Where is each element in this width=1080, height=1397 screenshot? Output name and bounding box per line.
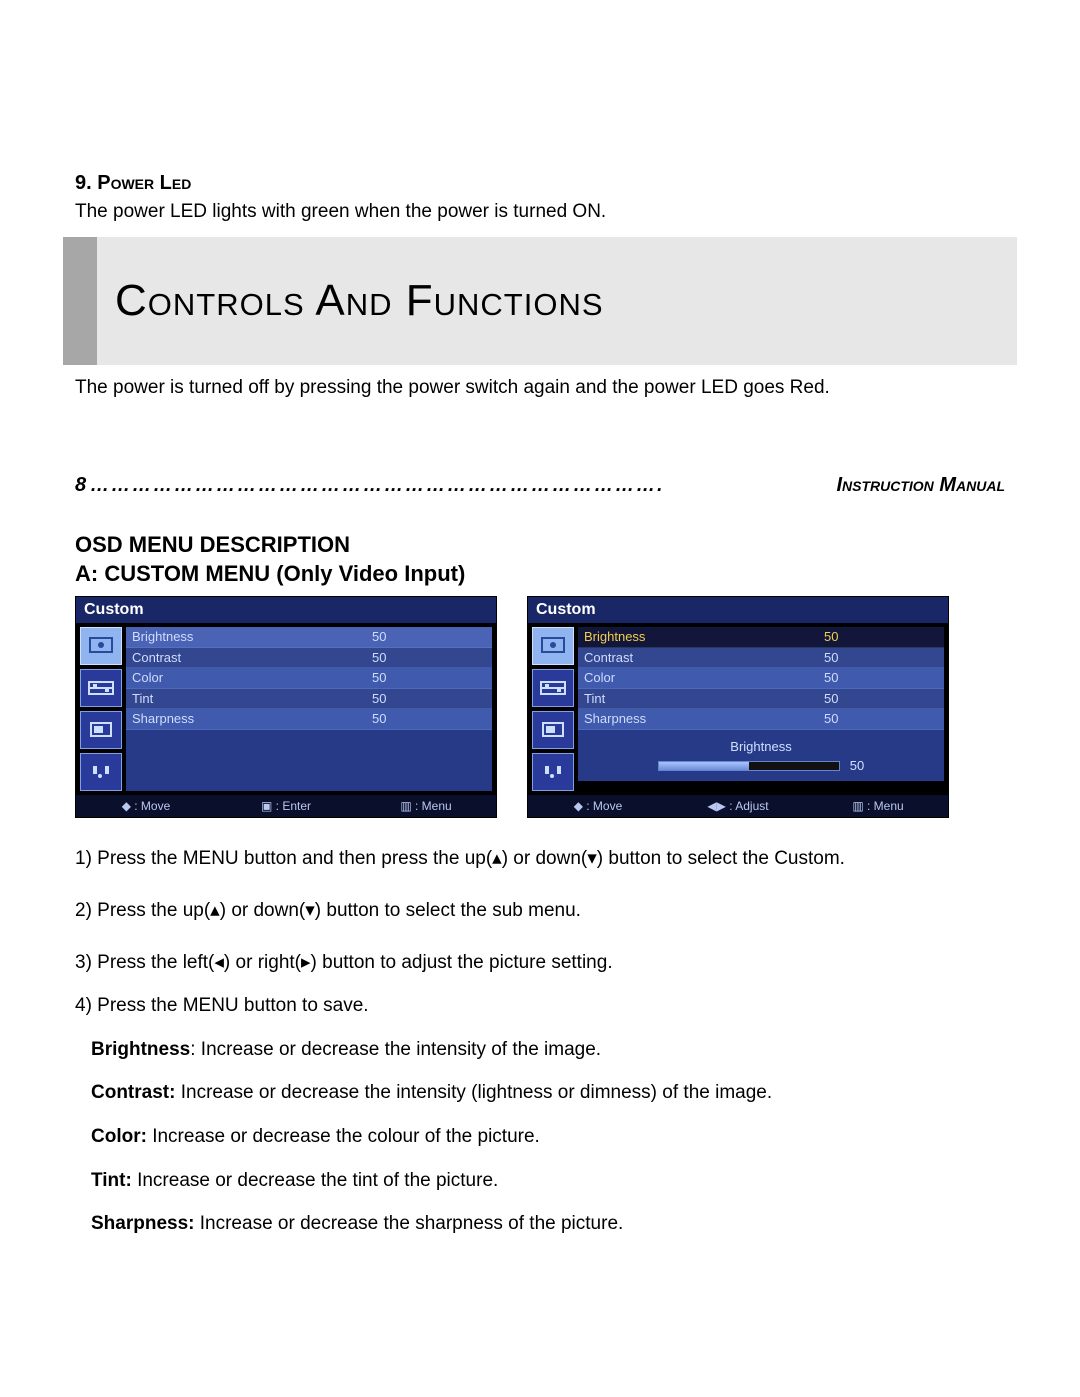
custom-tab-icon — [80, 627, 122, 665]
banner-stripe — [63, 237, 97, 365]
hint-menu: ▥ : Menu — [356, 798, 496, 814]
display-tab-icon — [80, 711, 122, 749]
section-9-title: 9. Power Led — [75, 170, 1005, 197]
def-tint: Tint: Increase or decrease the tint of t… — [91, 1168, 1005, 1194]
row-value: 50 — [372, 649, 492, 667]
display-tab-icon — [532, 711, 574, 749]
row-label: Color — [578, 669, 824, 687]
row-value: 50 — [372, 669, 492, 687]
row-value: 50 — [824, 628, 944, 646]
step-2: 2) Press the up(▴) or down(▾) button to … — [75, 898, 1005, 924]
row-value: 50 — [824, 669, 944, 687]
osd-params-grid: Brightness50 Contrast50 Color50 Tint50 S… — [578, 627, 944, 791]
osd-title: Custom — [528, 597, 948, 623]
page-footer-line: 8 ………………………………………………………………………. Instructi… — [75, 472, 1005, 499]
osd-nav-icons — [532, 627, 574, 791]
picture-tab-icon — [80, 669, 122, 707]
hint-enter: ▣ : Enter — [216, 798, 356, 814]
hint-adjust: ◀▶ : Adjust — [668, 798, 808, 814]
adjust-slider — [658, 761, 840, 771]
osd-adjust-panel: Brightness 50 — [578, 730, 944, 781]
osd-heading-line1: OSD MENU DESCRIPTION — [75, 531, 1005, 560]
instruction-manual-label: Instruction Manual — [836, 472, 1005, 499]
row-label: Tint — [578, 690, 824, 708]
adjust-value: 50 — [850, 757, 864, 775]
osd-screenshot-right: Custom Brightnes — [527, 596, 949, 818]
chapter-banner: Controls And Functions — [63, 237, 1017, 365]
setup-tab-icon — [532, 753, 574, 791]
row-label: Contrast — [578, 649, 824, 667]
osd-heading: OSD MENU DESCRIPTION A: CUSTOM MENU (Onl… — [75, 531, 1005, 588]
section-9-para-1: The power LED lights with green when the… — [75, 199, 1005, 225]
def-color: Color: Increase or decrease the colour o… — [91, 1124, 1005, 1150]
banner-title: Controls And Functions — [115, 237, 604, 365]
osd-footer: ◆ : Move ▣ : Enter ▥ : Menu — [76, 795, 496, 817]
step-3: 3) Press the left(◂) or right(▸) button … — [75, 950, 1005, 976]
row-value: 50 — [824, 690, 944, 708]
row-value: 50 — [372, 690, 492, 708]
osd-footer: ◆ : Move ◀▶ : Adjust ▥ : Menu — [528, 795, 948, 817]
setup-tab-icon — [80, 753, 122, 791]
hint-move: ◆ : Move — [76, 798, 216, 814]
page-number: 8 — [75, 472, 86, 499]
row-value: 50 — [372, 628, 492, 646]
row-label: Brightness — [126, 628, 372, 646]
row-value: 50 — [824, 710, 944, 728]
def-brightness: Brightness: Increase or decrease the int… — [91, 1037, 1005, 1063]
def-sharpness: Sharpness: Increase or decrease the shar… — [91, 1211, 1005, 1237]
step-4: 4) Press the MENU button to save. — [75, 993, 1005, 1019]
hint-menu: ▥ : Menu — [808, 798, 948, 814]
row-label: Brightness — [578, 628, 824, 646]
step-1: 1) Press the MENU button and then press … — [75, 846, 1005, 872]
osd-title: Custom — [76, 597, 496, 623]
row-value: 50 — [824, 649, 944, 667]
osd-heading-line2: A: CUSTOM MENU (Only Video Input) — [75, 560, 1005, 589]
custom-tab-icon — [532, 627, 574, 665]
adjust-label: Brightness — [588, 738, 934, 756]
page-dots: ………………………………………………………………………. — [86, 473, 836, 499]
row-label: Tint — [126, 690, 372, 708]
def-contrast: Contrast: Increase or decrease the inten… — [91, 1080, 1005, 1106]
osd-nav-icons — [80, 627, 122, 791]
row-value: 50 — [372, 710, 492, 728]
picture-tab-icon — [532, 669, 574, 707]
row-label: Sharpness — [578, 710, 824, 728]
hint-move: ◆ : Move — [528, 798, 668, 814]
row-label: Contrast — [126, 649, 372, 667]
row-label: Color — [126, 669, 372, 687]
row-label: Sharpness — [126, 710, 372, 728]
section-9-para-2: The power is turned off by pressing the … — [75, 375, 1005, 401]
adjust-slider-fill — [659, 762, 749, 770]
osd-params-grid: Brightness50 Contrast50 Color50 Tint50 S… — [126, 627, 492, 791]
osd-screenshot-left: Custom Brightnes — [75, 596, 497, 818]
